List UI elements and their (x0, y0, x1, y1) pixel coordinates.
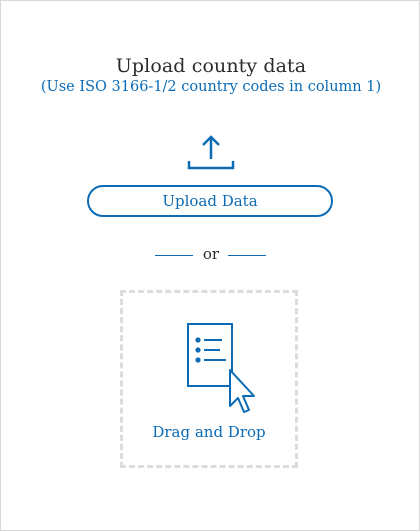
panel-title: Upload county data (115, 55, 307, 77)
upload-data-button[interactable]: Upload Data (87, 185, 333, 217)
panel-subtitle: (Use ISO 3166-1/2 country codes in colum… (40, 79, 382, 95)
or-divider: or (151, 244, 271, 266)
upload-panel: Upload county data (Use ISO 3166-1/2 cou… (0, 0, 420, 531)
upload-arrow-icon (187, 135, 235, 170)
document-with-cursor-icon (187, 323, 255, 413)
drag-and-drop-label: Drag and Drop (152, 423, 266, 441)
or-label: or (202, 245, 220, 263)
drag-and-drop-zone[interactable]: Drag and Drop (120, 290, 298, 468)
divider-line-right (228, 255, 266, 256)
